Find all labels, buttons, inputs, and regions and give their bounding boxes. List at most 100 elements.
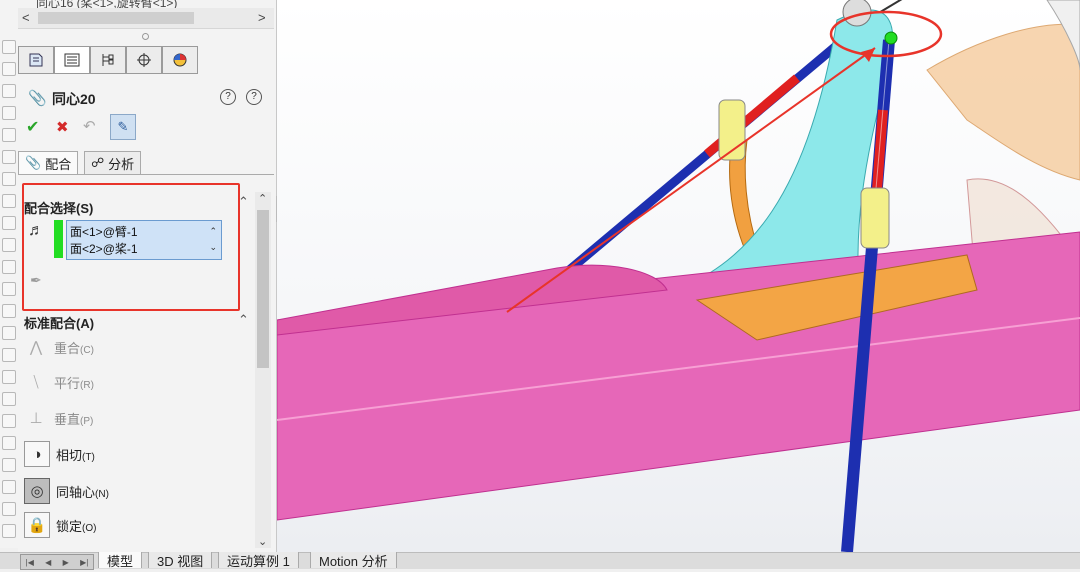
assembly-model	[277, 0, 1080, 552]
chevron-up-icon[interactable]: ⌃	[238, 312, 249, 328]
annotation-highlight-box	[22, 183, 240, 311]
perpendicular-mate-button[interactable]: ⊥ 垂直(P)	[24, 405, 93, 431]
configurationmanager-icon	[102, 54, 114, 66]
tab-mates-label: 配合	[45, 156, 72, 172]
featuremanager-icon	[29, 53, 43, 67]
tab-3d-views[interactable]: 3D 视图	[148, 552, 213, 569]
tree-node-icon[interactable]	[2, 260, 16, 274]
mate-label: 同轴心	[56, 484, 96, 500]
tree-node-icon[interactable]	[2, 414, 16, 428]
mate-label: 重合	[54, 340, 81, 356]
mate-shortcut: (P)	[80, 415, 94, 427]
scrollbar-thumb[interactable]	[257, 210, 269, 368]
graphics-viewport[interactable]	[277, 0, 1080, 552]
mate-label: 锁定	[56, 518, 83, 534]
lock-mate-button[interactable]: 🔒 锁定(O)	[24, 512, 96, 538]
tree-node-icon[interactable]	[2, 392, 16, 406]
horizontal-scrollbar[interactable]: < >	[18, 8, 274, 29]
tree-row-label: 同心16 (桨<1>,旋转臂<1>)	[36, 0, 178, 8]
mate-shortcut: (T)	[82, 451, 95, 463]
display-manager-icon	[173, 53, 187, 67]
first-tab-icon[interactable]: |◀	[26, 558, 34, 567]
configurationmanager-tab[interactable]	[90, 46, 126, 74]
scroll-up-icon[interactable]: ⌃	[258, 192, 267, 205]
tangent-mate-button[interactable]: ◑ 相切(T)	[24, 441, 95, 467]
tree-node-icon[interactable]	[2, 282, 16, 296]
next-tab-icon[interactable]: ▶	[63, 558, 69, 567]
coincident-mate-button[interactable]: ⋀ 重合(C)	[24, 334, 94, 360]
display-manager-tab[interactable]	[162, 46, 198, 74]
cancel-button[interactable]: ✖	[56, 118, 69, 136]
coincident-icon: ⋀	[29, 339, 43, 356]
tree-node-icon[interactable]	[2, 40, 16, 54]
tree-node-icon[interactable]	[2, 238, 16, 252]
tab-mates[interactable]: 📎 配合	[18, 151, 79, 174]
tree-node-icon[interactable]	[2, 84, 16, 98]
undo-button[interactable]: ↶	[83, 117, 96, 135]
tree-node-icon[interactable]	[2, 62, 16, 76]
dimxpert-tab[interactable]	[126, 46, 162, 74]
dimxpert-icon	[137, 53, 151, 67]
feature-tree-gutter	[0, 0, 18, 548]
tree-node-icon[interactable]	[2, 106, 16, 120]
mate-shortcut: (O)	[82, 522, 97, 534]
help-icon[interactable]: ?	[246, 89, 262, 105]
tree-node-icon[interactable]	[2, 172, 16, 186]
tab-analysis[interactable]: ☍ 分析	[84, 151, 142, 174]
tree-node-icon[interactable]	[2, 502, 16, 516]
tree-node-icon[interactable]	[2, 348, 16, 362]
propertymanager-icon	[64, 53, 80, 67]
parallel-mate-button[interactable]: ⧹ 平行(R)	[24, 369, 93, 395]
mate-paperclip-icon: 📎	[28, 90, 47, 107]
tab-motion-analysis[interactable]: Motion 分析	[310, 552, 397, 569]
mate-label: 相切	[56, 447, 83, 463]
property-title: 同心20	[52, 91, 96, 107]
concentric-icon: ◎	[24, 478, 50, 504]
last-tab-icon[interactable]: ▶|	[80, 558, 88, 567]
tree-node-icon[interactable]	[2, 128, 16, 142]
selected-face-marker	[884, 31, 898, 45]
mate-shortcut: (N)	[95, 488, 109, 500]
lock-icon: 🔒	[24, 512, 50, 538]
tab-model[interactable]: 模型	[98, 552, 143, 569]
mate-label: 平行	[54, 375, 81, 391]
tree-node-icon[interactable]	[2, 150, 16, 164]
parallel-icon: ⧹	[33, 373, 39, 391]
tree-node-icon[interactable]	[2, 436, 16, 450]
scrollbar-thumb[interactable]	[38, 12, 194, 24]
analysis-chain-icon: ☍	[91, 155, 105, 170]
help-whatsnew-icon[interactable]: ?	[220, 89, 236, 105]
scroll-down-icon[interactable]: ⌄	[258, 535, 267, 548]
tab-motion-study-1[interactable]: 运动算例 1	[218, 552, 299, 569]
subtab-divider	[18, 174, 274, 175]
tree-node-icon[interactable]	[2, 480, 16, 494]
tree-node-icon[interactable]	[2, 304, 16, 318]
tree-node-icon[interactable]	[2, 524, 16, 538]
vertical-scrollbar[interactable]: ⌃ ⌄	[255, 192, 271, 548]
featuremanager-tab[interactable]	[18, 46, 54, 74]
tree-node-icon[interactable]	[2, 458, 16, 472]
tree-node-icon[interactable]	[2, 370, 16, 384]
concentric-mate-button[interactable]: ◎ 同轴心(N)	[24, 478, 109, 504]
paperclip-icon: 📎	[25, 155, 42, 170]
mate-shortcut: (C)	[80, 344, 94, 356]
scroll-left-icon[interactable]: <	[22, 10, 30, 25]
standard-mates-header[interactable]: 标准配合(A)	[24, 313, 94, 332]
scroll-right-icon[interactable]: >	[258, 10, 266, 25]
tree-row-concentric16[interactable]: 同心16 (桨<1>,旋转臂<1>)	[36, 0, 256, 8]
mate-label: 垂直	[54, 411, 81, 427]
panel-splitter-handle[interactable]	[142, 33, 149, 40]
prev-tab-icon[interactable]: ◀	[45, 558, 51, 567]
tree-node-icon[interactable]	[2, 216, 16, 230]
tree-node-icon[interactable]	[2, 194, 16, 208]
pushpin-icon: ✎	[117, 119, 129, 134]
help-symbol: ?	[225, 91, 231, 102]
keep-visible-pin-button[interactable]: ✎	[110, 114, 136, 140]
tree-node-icon[interactable]	[2, 326, 16, 340]
tangent-icon: ◑	[24, 441, 50, 467]
propertymanager-tab[interactable]	[54, 46, 90, 74]
help-symbol: ?	[251, 91, 257, 102]
perpendicular-icon: ⊥	[29, 410, 43, 427]
tab-analysis-label: 分析	[108, 156, 135, 172]
ok-button[interactable]: ✔	[26, 117, 39, 137]
